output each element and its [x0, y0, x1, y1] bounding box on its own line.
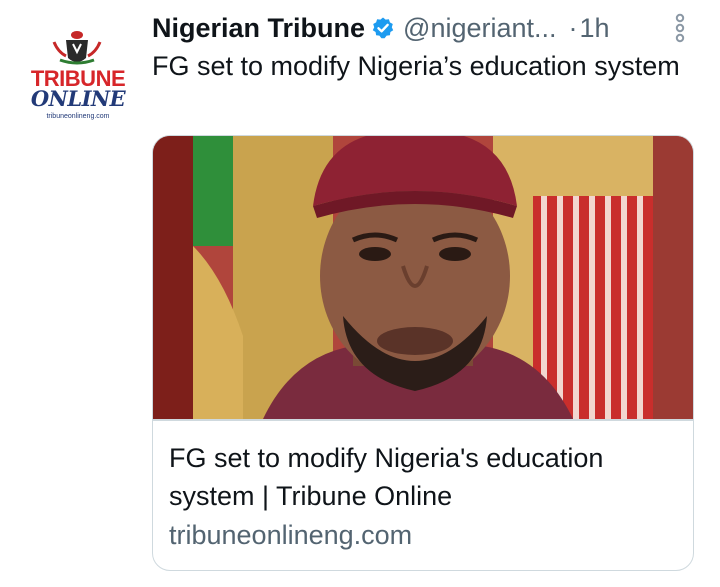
- tweet[interactable]: TRIBUNE ONLINE tribuneonlineng.com Niger…: [0, 0, 720, 587]
- logo-online-text: ONLINE: [30, 86, 126, 111]
- separator-dot: ·: [568, 12, 578, 43]
- tweet-text: FG set to modify Nigeria’s education sys…: [152, 51, 680, 81]
- tweet-header: Nigerian Tribune @nigeriant... · 1h: [152, 8, 610, 48]
- card-domain[interactable]: tribuneonlineng.com: [169, 520, 412, 551]
- logo-url-text: tribuneonlineng.com: [46, 113, 110, 120]
- card-image[interactable]: [153, 136, 693, 419]
- link-card[interactable]: FG set to modify Nigeria's education sys…: [152, 135, 694, 571]
- card-title[interactable]: FG set to modify Nigeria's education sys…: [169, 439, 669, 515]
- author-name[interactable]: Nigerian Tribune: [152, 13, 365, 44]
- avatar[interactable]: TRIBUNE ONLINE tribuneonlineng.com: [18, 22, 136, 140]
- more-vertical-icon[interactable]: [672, 12, 688, 44]
- verified-badge-icon: [372, 17, 394, 39]
- tweet-timestamp[interactable]: 1h: [580, 13, 610, 44]
- author-handle[interactable]: @nigeriant...: [403, 13, 556, 44]
- card-divider: [153, 419, 693, 421]
- portrait-image: [153, 136, 693, 419]
